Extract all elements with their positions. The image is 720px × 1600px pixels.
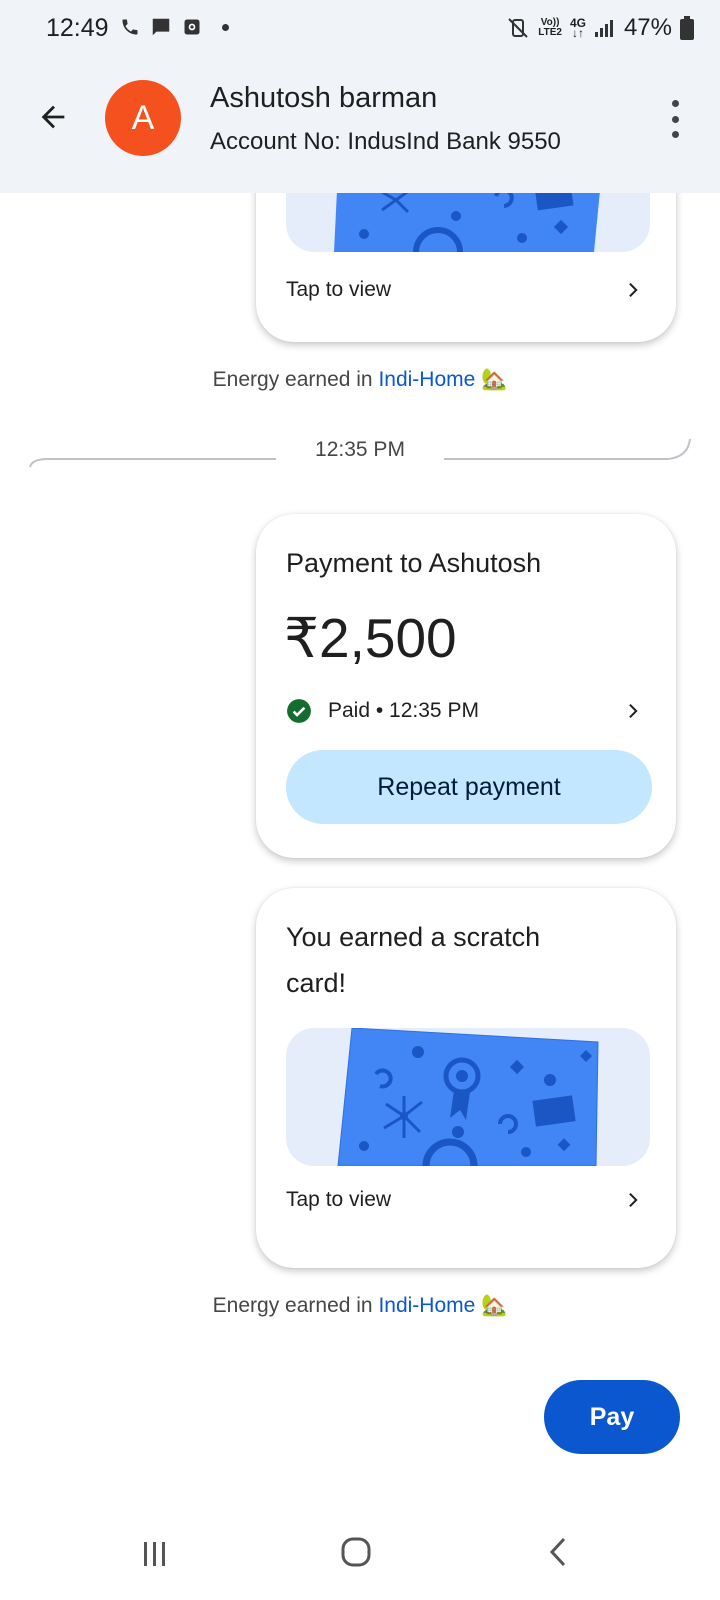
- status-notification-icons: [120, 16, 229, 38]
- account-number-layer: Account No: IndusInd Bank 9550: [210, 128, 561, 155]
- phone-icon: [122, 19, 138, 35]
- signal-icon: [594, 20, 613, 37]
- volte-indicator: Vo)) LTE2: [538, 17, 562, 38]
- home-emoji-icon: 🏡: [481, 368, 508, 391]
- arrow-back-icon: [41, 105, 65, 129]
- vibrate-mute-icon: [508, 18, 528, 38]
- home-icon: [341, 1537, 371, 1567]
- message-icon: [152, 18, 170, 36]
- battery-percent: 47%: [623, 14, 672, 41]
- indi-home-link[interactable]: Indi-Home: [378, 368, 475, 391]
- avatar-layer[interactable]: A: [105, 80, 181, 156]
- payment-status-row[interactable]: Paid • 12:35 PM: [286, 698, 646, 724]
- energy-earned-note: Energy earned in Indi-Home 🏡: [212, 368, 508, 391]
- home-button[interactable]: [340, 1536, 376, 1572]
- scratch-card-title-line2: card!: [286, 968, 347, 998]
- scratch-card[interactable]: You earned a scratch card! Tap to view: [256, 888, 676, 1268]
- recent-apps-button[interactable]: [140, 1536, 176, 1572]
- chevron-right-icon: [629, 704, 638, 718]
- indi-home-link[interactable]: Indi-Home: [378, 1294, 475, 1317]
- energy-earned-note: Energy earned in Indi-Home 🏡: [212, 1294, 508, 1317]
- pay-button[interactable]: Pay: [544, 1380, 680, 1454]
- chevron-right-icon: [629, 283, 638, 297]
- home-emoji-icon: 🏡: [481, 1294, 508, 1317]
- chevron-right-icon: [629, 1193, 638, 1207]
- tap-to-view-row[interactable]: Tap to view: [286, 1188, 646, 1212]
- scratch-card-illustration: [337, 1028, 599, 1166]
- tap-to-view-label: Tap to view: [286, 1188, 392, 1211]
- tap-to-view-row[interactable]: Tap to view: [286, 278, 646, 302]
- payment-amount: ₹2,500: [284, 607, 457, 669]
- battery-icon: [680, 16, 694, 40]
- status-time: 12:49: [46, 14, 109, 42]
- back-button-layer[interactable]: [30, 94, 76, 140]
- check-circle-icon: [287, 699, 311, 723]
- network-4g-indicator: 4G ↓↑: [569, 16, 586, 40]
- more-options-button-layer[interactable]: [658, 96, 692, 142]
- tap-to-view-label: Tap to view: [286, 278, 392, 301]
- timestamp: 12:35 PM: [315, 438, 405, 461]
- scratch-card-title-line1: You earned a scratch: [286, 922, 541, 952]
- repeat-payment-button[interactable]: Repeat payment: [286, 750, 652, 824]
- chevron-left-icon: [549, 1537, 566, 1567]
- more-vert-icon: [671, 100, 679, 107]
- payment-status: Paid • 12:35 PM: [328, 699, 479, 722]
- scratch-card-art[interactable]: [286, 1028, 650, 1166]
- payment-card[interactable]: Payment to Ashutosh ₹2,500 Paid • 12:35 …: [256, 514, 676, 858]
- more-notifications-dot: [222, 23, 229, 31]
- payment-title: Payment to Ashutosh: [286, 548, 542, 578]
- status-system-icons: Vo)) LTE2 4G ↓↑ 47%: [506, 14, 694, 42]
- app-notification-icon: [184, 19, 200, 35]
- contact-name-layer: Ashutosh barman: [210, 82, 438, 114]
- system-back-button[interactable]: [544, 1536, 580, 1572]
- recents-icon: [144, 1542, 165, 1566]
